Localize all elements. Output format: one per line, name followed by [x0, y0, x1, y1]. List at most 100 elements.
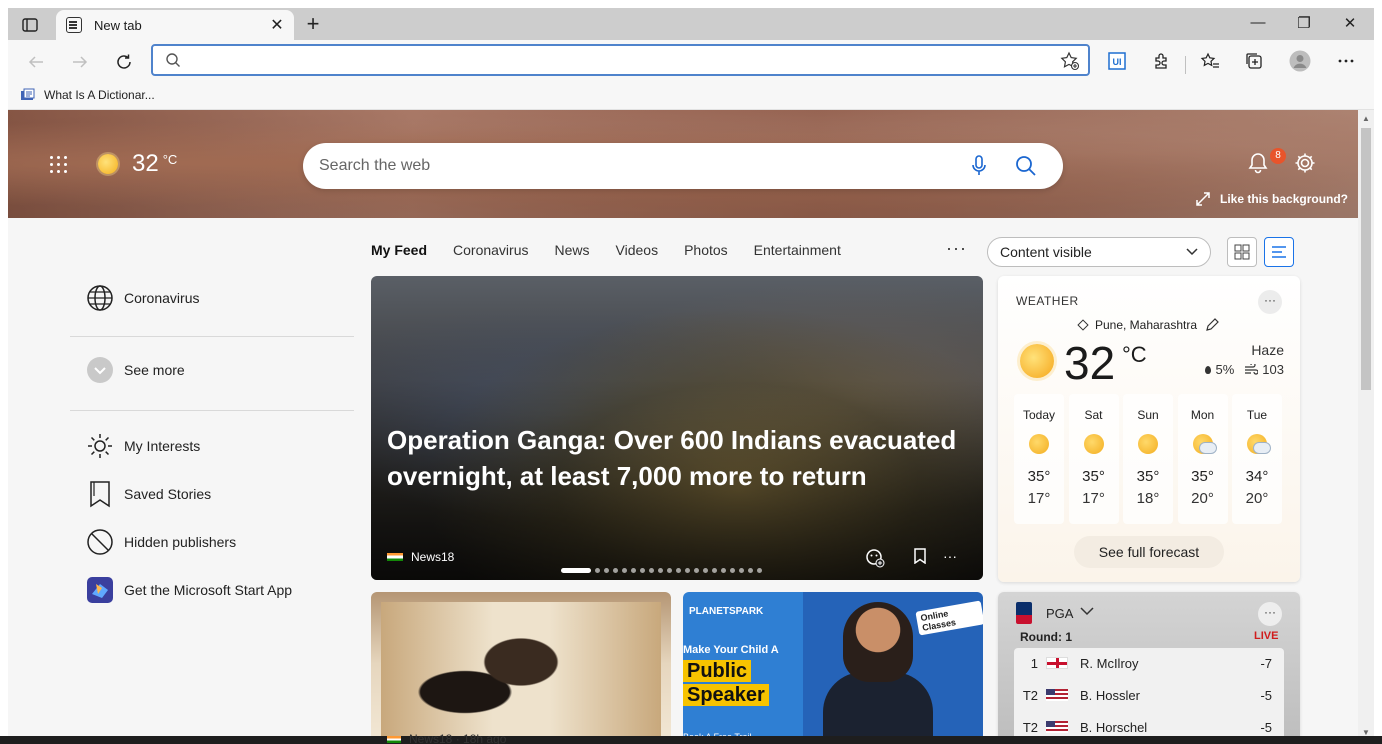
leaderboard-row[interactable]: 1 R. McIlroy -7	[1014, 648, 1284, 678]
avatar-icon	[1289, 50, 1311, 72]
profile-button[interactable]	[1288, 49, 1312, 73]
sunny-icon	[1138, 434, 1158, 454]
nav-saved-stories[interactable]: Saved Stories	[86, 480, 211, 508]
ad-image-person	[843, 602, 913, 682]
new-tab-button[interactable]: +	[302, 12, 324, 36]
favorite-label: What Is A Dictionar...	[44, 88, 155, 102]
page-scrollbar[interactable]: ▲ ▼	[1358, 110, 1374, 744]
forecast-day[interactable]: Sun 35° 18°	[1123, 394, 1173, 524]
pga-more-button[interactable]: ···	[1258, 602, 1282, 626]
nav-coronavirus[interactable]: Coronavirus	[86, 284, 199, 312]
minimize-button[interactable]: —	[1236, 14, 1280, 31]
settings-more-button[interactable]	[1334, 49, 1358, 73]
day-high: 34°	[1245, 468, 1269, 485]
sponsored-card[interactable]: PLANETSPARK Make Your Child A Public Spe…	[683, 592, 983, 744]
top-story-title[interactable]: Operation Ganga: Over 600 Indians evacua…	[387, 422, 957, 494]
sunny-icon	[1020, 344, 1054, 378]
address-input[interactable]	[153, 46, 1088, 74]
forecast-day[interactable]: Sat 35° 17°	[1068, 394, 1119, 524]
nav-see-more[interactable]: See more	[86, 356, 185, 384]
forecast-days: Today 35° 17° Sat 35° 17° Sun 35° 18° Mo…	[1014, 394, 1287, 524]
save-bookmark-icon[interactable]	[913, 548, 927, 564]
browser-window: New tab ✕ + — ❐ ✕ UI What Is A Dictionar…	[8, 8, 1374, 744]
close-window-button[interactable]: ✕	[1328, 14, 1372, 32]
refresh-button[interactable]	[110, 48, 138, 76]
tab-my-feed[interactable]: My Feed	[371, 242, 427, 262]
bookmark-icon	[86, 480, 114, 508]
day-high: 35°	[1191, 468, 1214, 485]
gear-icon[interactable]	[1294, 152, 1316, 174]
react-icon[interactable]	[865, 548, 885, 568]
carousel-indicator[interactable]	[561, 568, 766, 573]
tab-photos[interactable]: Photos	[684, 242, 728, 262]
app-icon	[86, 576, 114, 604]
tab-actions-button[interactable]	[16, 14, 44, 36]
tab-news[interactable]: News	[555, 242, 590, 262]
divider	[70, 410, 354, 411]
nav-my-interests[interactable]: My Interests	[86, 432, 200, 460]
weather-location[interactable]: Pune, Maharashtra	[998, 318, 1300, 332]
back-button[interactable]	[22, 48, 50, 76]
forward-button[interactable]	[66, 48, 94, 76]
weather-more-button[interactable]: ···	[1258, 290, 1282, 314]
scrollbar-thumb[interactable]	[1361, 128, 1371, 390]
tab-entertainment[interactable]: Entertainment	[754, 242, 841, 262]
notification-bell-icon[interactable]	[1248, 152, 1268, 174]
edit-pencil-icon[interactable]	[1205, 318, 1219, 332]
location-name: Pune, Maharashtra	[1094, 318, 1198, 332]
restore-button[interactable]: ❐	[1282, 14, 1326, 32]
tab-new-tab[interactable]: New tab ✕	[56, 10, 294, 40]
forecast-day[interactable]: Tue 34° 20°	[1232, 394, 1282, 524]
toolbar-separator	[1185, 56, 1186, 74]
content-visibility-dropdown[interactable]: Content visible	[987, 237, 1211, 267]
list-layout-button[interactable]	[1264, 237, 1294, 267]
web-search-box[interactable]	[303, 143, 1063, 189]
search-icon[interactable]	[1015, 155, 1037, 177]
league-name[interactable]: PGA	[1046, 606, 1073, 621]
nav-get-app[interactable]: Get the Microsoft Start App	[86, 576, 292, 604]
leaderboard-row[interactable]: T2 B. Hossler -5	[1014, 680, 1284, 710]
sun-icon	[86, 432, 114, 460]
live-badge: LIVE	[1254, 630, 1279, 642]
tab-videos[interactable]: Videos	[616, 242, 659, 262]
extensions-button[interactable]	[1150, 49, 1174, 73]
tab-close-button[interactable]: ✕	[268, 15, 286, 35]
pga-scores-card[interactable]: PGA ··· Round: 1 LIVE 1 R. McIlroy -7 T2…	[998, 592, 1300, 744]
like-background-link[interactable]: Like this background?	[1196, 192, 1348, 206]
player-name: B. Horschel	[1080, 719, 1148, 735]
nav-label: See more	[124, 362, 185, 378]
scroll-up-arrow-icon[interactable]: ▲	[1362, 114, 1370, 123]
story-more-button[interactable]: ···	[943, 548, 957, 564]
favorites-list-icon	[1200, 52, 1219, 68]
favorites-button[interactable]	[1198, 49, 1222, 73]
add-favorite-icon[interactable]	[1060, 51, 1080, 71]
see-full-forecast-button[interactable]: See full forecast	[1074, 536, 1224, 568]
taskbar-edge	[0, 736, 1382, 744]
tab-coronavirus[interactable]: Coronavirus	[453, 242, 528, 262]
favorites-bar: What Is A Dictionar...	[8, 82, 1374, 110]
app-launcher-icon[interactable]	[50, 156, 68, 174]
web-search-input[interactable]	[319, 155, 959, 177]
player-score: -7	[1260, 655, 1272, 671]
weather-card[interactable]: WEATHER ··· Pune, Maharashtra 32 °C Haze…	[998, 276, 1300, 582]
favorite-link[interactable]: What Is A Dictionar...	[20, 88, 155, 102]
microphone-icon[interactable]	[971, 155, 987, 177]
weather-temperature: 32	[1064, 337, 1116, 389]
top-story-card[interactable]: Operation Ganga: Over 600 Indians evacua…	[371, 276, 983, 580]
story-card[interactable]: News18 · 18h ago	[371, 592, 671, 744]
grid-layout-button[interactable]	[1227, 237, 1257, 267]
feed-more-button[interactable]: ···	[946, 238, 967, 259]
address-bar[interactable]	[151, 44, 1090, 76]
day-name: Today	[1022, 408, 1056, 422]
hero-weather[interactable]: 32 °C	[98, 150, 177, 178]
day-low: 18°	[1136, 490, 1160, 507]
new-tab-page: 32 °C 8 Like this background? Coronaviru…	[8, 110, 1358, 744]
block-icon	[86, 528, 114, 556]
round-label: Round: 1	[1020, 630, 1072, 644]
forecast-day[interactable]: Mon 35° 20°	[1177, 394, 1228, 524]
chevron-down-icon[interactable]	[1080, 604, 1094, 618]
forecast-day[interactable]: Today 35° 17°	[1014, 394, 1064, 524]
nav-hidden-publishers[interactable]: Hidden publishers	[86, 528, 236, 556]
collections-button[interactable]	[1242, 49, 1266, 73]
extension-ui-button[interactable]: UI	[1105, 49, 1129, 73]
